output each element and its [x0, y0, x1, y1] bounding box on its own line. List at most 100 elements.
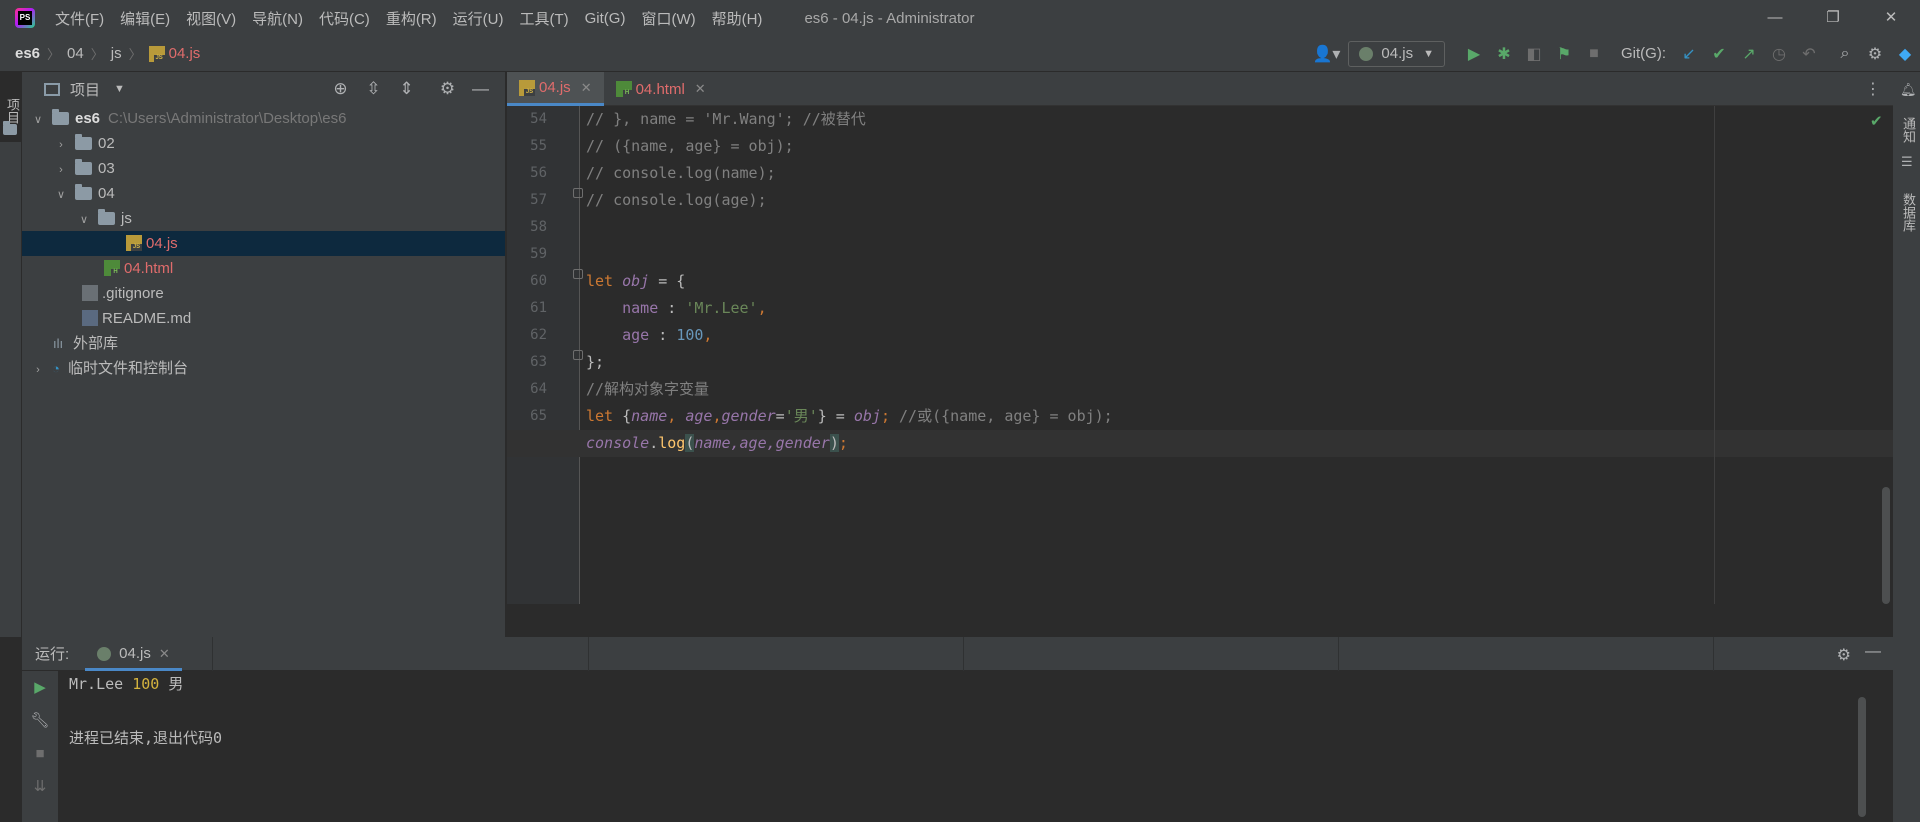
menu-run[interactable]: 运行(U)	[453, 8, 504, 29]
scroll-to-end-icon[interactable]: ⇊	[22, 770, 58, 803]
git-push-icon[interactable]: ↗	[1734, 44, 1764, 64]
project-panel-title[interactable]: 项目	[70, 79, 100, 100]
editor-area: 04.js ✕ 04.html ✕ ⋮ 54 55 56 57 58 59 60…	[507, 72, 1893, 637]
wrench-icon[interactable]: 🔧︎	[22, 704, 58, 737]
tree-item-04[interactable]: ∨ 04	[22, 181, 505, 206]
project-path: C:\Users\Administrator\Desktop\es6	[108, 110, 347, 127]
more-options-icon[interactable]: ⋮	[1865, 79, 1881, 99]
tree-item-scratches[interactable]: › ◔ 临时文件和控制台	[22, 356, 505, 381]
menu-edit[interactable]: 编辑(E)	[120, 8, 170, 29]
close-window-button[interactable]: ✕	[1862, 0, 1920, 36]
tree-item-label: 临时文件和控制台	[68, 360, 189, 377]
locate-file-icon[interactable]: ⊕	[324, 79, 357, 99]
menu-help[interactable]: 帮助(H)	[712, 8, 763, 29]
folder-icon	[75, 184, 92, 200]
fold-marker-icon[interactable]	[573, 350, 583, 360]
run-console-output[interactable]: Mr.Lee 100 男 进程已结束,退出代码0	[69, 671, 222, 752]
tree-item-02[interactable]: › 02	[22, 131, 505, 156]
tree-item-es6[interactable]: ∨ es6 C:\Users\Administrator\Desktop\es6	[22, 106, 505, 131]
breadcrumb-es6[interactable]: es6	[15, 45, 40, 62]
chevron-down-icon[interactable]: ∨	[76, 208, 92, 233]
stop-icon[interactable]: ■	[1579, 45, 1609, 63]
menu-navigate[interactable]: 导航(N)	[252, 8, 303, 29]
tree-item-04-html[interactable]: 04.html	[22, 256, 505, 281]
chevron-down-icon[interactable]: ▼	[114, 83, 125, 95]
run-side-toolbar: ▶ 🔧︎ ■ ⇊	[22, 671, 58, 822]
fold-marker-icon[interactable]	[573, 188, 583, 198]
tree-item-label: 02	[98, 135, 115, 152]
git-update-icon[interactable]: ↙	[1674, 44, 1704, 64]
line-number: 56	[530, 165, 547, 181]
git-history-icon[interactable]: ◷	[1764, 44, 1794, 64]
code-line: name : 'Mr.Lee',	[622, 299, 767, 317]
editor-scrollbar[interactable]	[1882, 487, 1890, 604]
project-view-icon	[44, 82, 60, 96]
run-config-selector[interactable]: 04.js ▼	[1348, 40, 1445, 67]
run-settings-gear-icon[interactable]: ⚙	[1837, 645, 1851, 665]
git-rollback-icon[interactable]: ↶	[1794, 44, 1824, 64]
rerun-icon[interactable]: ▶	[22, 671, 58, 704]
close-tab-icon[interactable]: ✕	[581, 80, 592, 96]
breadcrumb: es6 〉 04 〉 js 〉 04.js	[15, 36, 200, 71]
run-icon[interactable]: ▶	[1459, 44, 1489, 64]
menu-tools[interactable]: 工具(T)	[519, 8, 568, 29]
menu-window[interactable]: 窗口(W)	[641, 8, 695, 29]
restore-button[interactable]: ❐	[1804, 0, 1862, 36]
console-line: Mr.Lee 100 男	[69, 675, 184, 693]
tab-04-js[interactable]: 04.js ✕	[507, 72, 604, 106]
chevron-right-icon[interactable]: ›	[53, 133, 69, 158]
tree-item-readme[interactable]: README.md	[22, 306, 505, 331]
code-editor[interactable]: // }, name = 'Mr.Wang'; //被替代 // ({name,…	[507, 106, 1893, 604]
chevron-down-icon: ▼	[1423, 47, 1434, 60]
js-file-icon	[519, 79, 535, 96]
profile-icon[interactable]: ⚑	[1549, 44, 1579, 64]
no-problems-check-icon[interactable]: ✔	[1870, 112, 1883, 130]
console-scrollbar[interactable]	[1858, 697, 1866, 817]
menu-refactor[interactable]: 重构(R)	[386, 8, 437, 29]
chevron-right-icon[interactable]: ›	[53, 158, 69, 183]
jetbrains-gateway-icon[interactable]: ◆	[1890, 44, 1920, 64]
collapse-all-icon[interactable]: ⇕	[390, 79, 423, 99]
close-tab-icon[interactable]: ✕	[159, 646, 170, 662]
hide-run-panel-icon[interactable]: —	[1865, 643, 1881, 661]
tree-item-gitignore[interactable]: .gitignore	[22, 281, 505, 306]
line-number: 65	[530, 408, 547, 424]
stop-icon[interactable]: ■	[22, 737, 58, 770]
tree-item-js[interactable]: ∨ js	[22, 206, 505, 231]
chevron-right-icon[interactable]: ›	[30, 358, 46, 383]
tree-item-04-js[interactable]: 04.js	[22, 231, 505, 256]
run-config-label: 04.js	[1381, 45, 1414, 62]
js-file-icon	[148, 45, 165, 62]
coverage-icon[interactable]: ◧	[1519, 44, 1549, 64]
code-line: // ({name, age} = obj);	[586, 137, 794, 155]
breadcrumb-js[interactable]: js	[111, 45, 122, 62]
menu-git[interactable]: Git(G)	[585, 10, 626, 27]
breadcrumb-04-js[interactable]: 04.js	[169, 45, 201, 62]
tree-item-03[interactable]: › 03	[22, 156, 505, 181]
chevron-down-icon[interactable]: ∨	[53, 183, 69, 208]
menu-file[interactable]: 文件(F)	[55, 8, 104, 29]
database-tab[interactable]: 数据库	[1896, 172, 1918, 252]
search-icon[interactable]: ⌕	[1830, 45, 1860, 63]
minimize-button[interactable]: —	[1746, 0, 1804, 36]
tree-item-external-libraries[interactable]: ılı 外部库	[22, 331, 505, 356]
close-tab-icon[interactable]: ✕	[695, 81, 706, 97]
breadcrumb-04[interactable]: 04	[67, 45, 84, 62]
fold-marker-icon[interactable]	[573, 269, 583, 279]
git-commit-icon[interactable]: ✔	[1704, 44, 1734, 64]
panel-settings-gear-icon[interactable]: ⚙	[431, 79, 464, 99]
menu-code[interactable]: 代码(C)	[319, 8, 370, 29]
notifications-tab[interactable]: 通知	[1896, 100, 1918, 160]
notifications-tab-label: 通知	[1901, 117, 1916, 143]
hide-panel-icon[interactable]: —	[464, 79, 497, 99]
chevron-down-icon[interactable]: ∨	[30, 108, 46, 133]
menu-view[interactable]: 视图(V)	[186, 8, 236, 29]
run-tab-04-js[interactable]: 04.js ✕	[85, 637, 182, 671]
debug-bug-icon[interactable]: ✱	[1489, 44, 1519, 64]
expand-all-icon[interactable]: ⇳	[357, 79, 390, 99]
settings-gear-icon[interactable]: ⚙	[1860, 44, 1890, 64]
user-account-icon[interactable]: 👤▾	[1304, 44, 1348, 64]
left-tool-stripe: 项目	[0, 72, 22, 637]
tab-04-html[interactable]: 04.html ✕	[604, 72, 718, 106]
title-bar: PS 文件(F) 编辑(E) 视图(V) 导航(N) 代码(C) 重构(R) 运…	[0, 0, 1920, 36]
